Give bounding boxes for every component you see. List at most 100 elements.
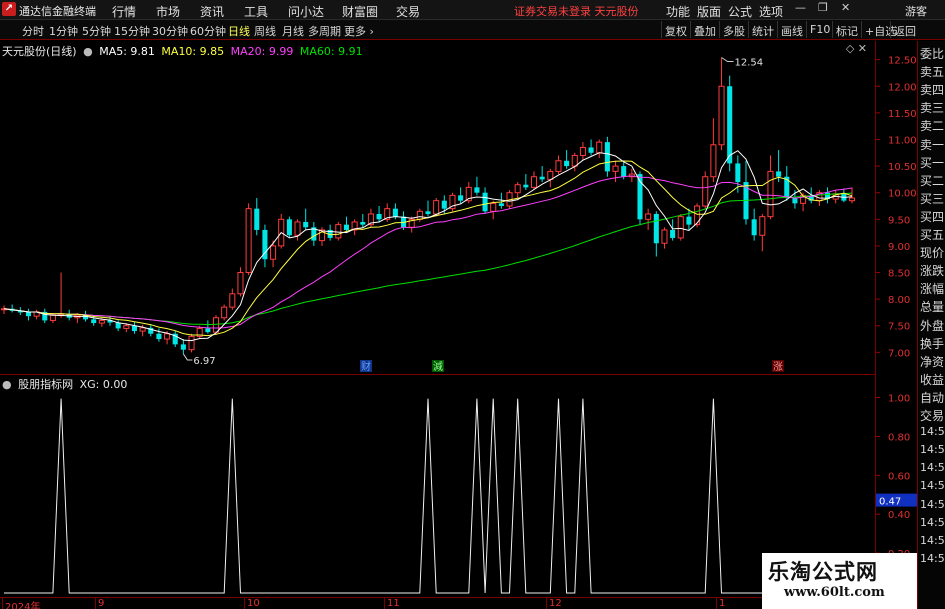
side-panel-label: 收益 (920, 372, 945, 387)
candle-body-up (237, 272, 244, 295)
candle-body-down (343, 224, 349, 230)
candle-body-up (433, 200, 440, 215)
candle-body-up (702, 176, 709, 207)
side-panel-label: 总量 (920, 300, 945, 315)
menu-layout[interactable]: 版面 (697, 3, 721, 20)
guest-label[interactable]: 游客 (905, 3, 927, 19)
candle-body-up (710, 144, 717, 178)
ma20-line (3, 175, 853, 329)
tab-multi-period[interactable]: 多周期 (308, 23, 341, 39)
side-panel-label: 14:56 (920, 479, 945, 493)
menu-news[interactable]: 资讯 (200, 3, 224, 20)
kline-pane[interactable]: 12.54 6.97 财 減 涨 天元股份(日线) ● MA5: 9.81 MA10: … (0, 41, 875, 374)
ind-tick-label: 1.00 (888, 394, 910, 405)
menu-trade[interactable]: 交易 (396, 3, 420, 20)
event-marker-1: 減 (433, 360, 443, 373)
menu-options[interactable]: 选项 (759, 3, 783, 20)
side-panel-label: 涨幅 (920, 282, 945, 297)
tab-monthly[interactable]: 月线 (282, 23, 304, 39)
side-panel-label: 外盘 (920, 318, 945, 333)
date-tick (546, 598, 547, 609)
settings-dot-icon[interactable]: ● (2, 378, 12, 391)
candle-body-up (718, 85, 725, 146)
candle-body-down (564, 160, 570, 167)
date-tick (716, 598, 717, 609)
login-notice[interactable]: 证券交易未登录 天元股份 (514, 3, 639, 19)
date-label: 9 (98, 598, 105, 609)
tab-30min[interactable]: 30分钟 (152, 23, 188, 39)
date-label: 1 (719, 598, 726, 609)
candle-body-up (677, 216, 684, 239)
tab-more[interactable]: 更多 › (344, 23, 374, 39)
diamond-icon[interactable]: ◇ (846, 42, 854, 55)
tab-weekly[interactable]: 周线 (254, 23, 276, 39)
tool-draw[interactable]: 画线 (777, 21, 806, 38)
candle-body-down (686, 216, 692, 225)
settings-dot-icon[interactable]: ● (83, 45, 93, 58)
tool-multi-stock[interactable]: 多股 (719, 21, 748, 38)
watermark-title: 乐淘公式网 (768, 560, 878, 584)
tool-mark[interactable]: 标记 (832, 21, 861, 38)
stock-title: 天元股份(日线) (2, 45, 77, 58)
side-panel-label: 委比 (920, 47, 945, 61)
side-panel-label: 14:56 (920, 515, 945, 529)
candle-body-up (661, 229, 668, 244)
ma20-label: MA20: 9.99 (230, 45, 294, 58)
menu-tools[interactable]: 工具 (244, 3, 268, 20)
low-price-label: 6.97 (193, 356, 215, 367)
tool-stats[interactable]: 统计 (748, 21, 777, 38)
candle-body-up (49, 314, 56, 321)
low-pointer (182, 353, 193, 361)
kline-chart[interactable]: 12.54 6.97 财 減 涨 (0, 41, 875, 374)
candle-body-down (588, 147, 594, 153)
minimize-icon[interactable]: — (795, 1, 806, 14)
tab-15min[interactable]: 15分钟 (114, 23, 150, 39)
side-panel-label: 现价 (920, 246, 945, 261)
menu-ask[interactable]: 问小达 (288, 3, 324, 20)
pane-controls[interactable]: ◇ ✕ (846, 42, 867, 55)
candle-body-down (776, 171, 782, 177)
tab-60min[interactable]: 60分钟 (190, 23, 226, 39)
menu-formula[interactable]: 公式 (728, 3, 752, 20)
menu-wealth-circle[interactable]: 财富圈 (342, 3, 378, 20)
menu-quotes[interactable]: 行情 (112, 3, 136, 20)
xg-line (4, 398, 852, 594)
candle-body-down (474, 187, 480, 193)
ind-tick-label: 0.40 (888, 510, 910, 521)
tool-f10[interactable]: F10 (806, 21, 833, 38)
candle-body-up (123, 325, 130, 329)
indicator-chart[interactable] (0, 375, 875, 597)
candle-body-down (539, 176, 545, 180)
price-tick-label: 9.00 (888, 242, 910, 253)
tool-adjust[interactable]: 复权 (661, 21, 690, 38)
ma5-label: MA5: 9.81 (99, 45, 155, 58)
candle-body-up (579, 146, 586, 156)
tab-daily[interactable]: 日线 (228, 23, 250, 39)
menu-market[interactable]: 市场 (156, 3, 180, 20)
chevron-right-icon: › (366, 25, 374, 38)
indicator-pane[interactable]: ● 股朋指标网 XG: 0.00 (0, 374, 875, 596)
tool-back[interactable]: 返回 (890, 21, 919, 38)
price-tick-label: 10.00 (888, 189, 917, 200)
period-toolbar: 分时 1分钟 5分钟 15分钟 30分钟 60分钟 日线 周线 月线 多周期 更… (0, 20, 945, 40)
tab-1min[interactable]: 1分钟 (49, 23, 78, 39)
close-icon[interactable]: ✕ (841, 1, 850, 14)
ind-tick-label: 0.60 (888, 471, 910, 482)
tab-5min[interactable]: 5分钟 (82, 23, 111, 39)
candle-body-up (571, 154, 578, 167)
tool-overlay[interactable]: 叠加 (690, 21, 719, 38)
side-panel-label: 净资 (920, 354, 945, 369)
close-pane-icon[interactable]: ✕ (858, 42, 867, 55)
candle-body-down (458, 195, 464, 201)
candle-body-down (392, 208, 398, 217)
date-label: 11 (387, 598, 400, 609)
event-marker-2: 涨 (773, 361, 783, 373)
tab-intraday[interactable]: 分时 (22, 23, 44, 39)
price-tick-label: 12.50 (888, 56, 917, 67)
watermark-logo: 乐淘公式网 www.60lt.com (762, 553, 917, 609)
restore-icon[interactable]: ❐ (818, 1, 828, 14)
candle-body-down (670, 229, 676, 238)
menu-function[interactable]: 功能 (666, 3, 690, 20)
candle-body-up (555, 160, 562, 172)
candle-body-down (376, 213, 382, 220)
